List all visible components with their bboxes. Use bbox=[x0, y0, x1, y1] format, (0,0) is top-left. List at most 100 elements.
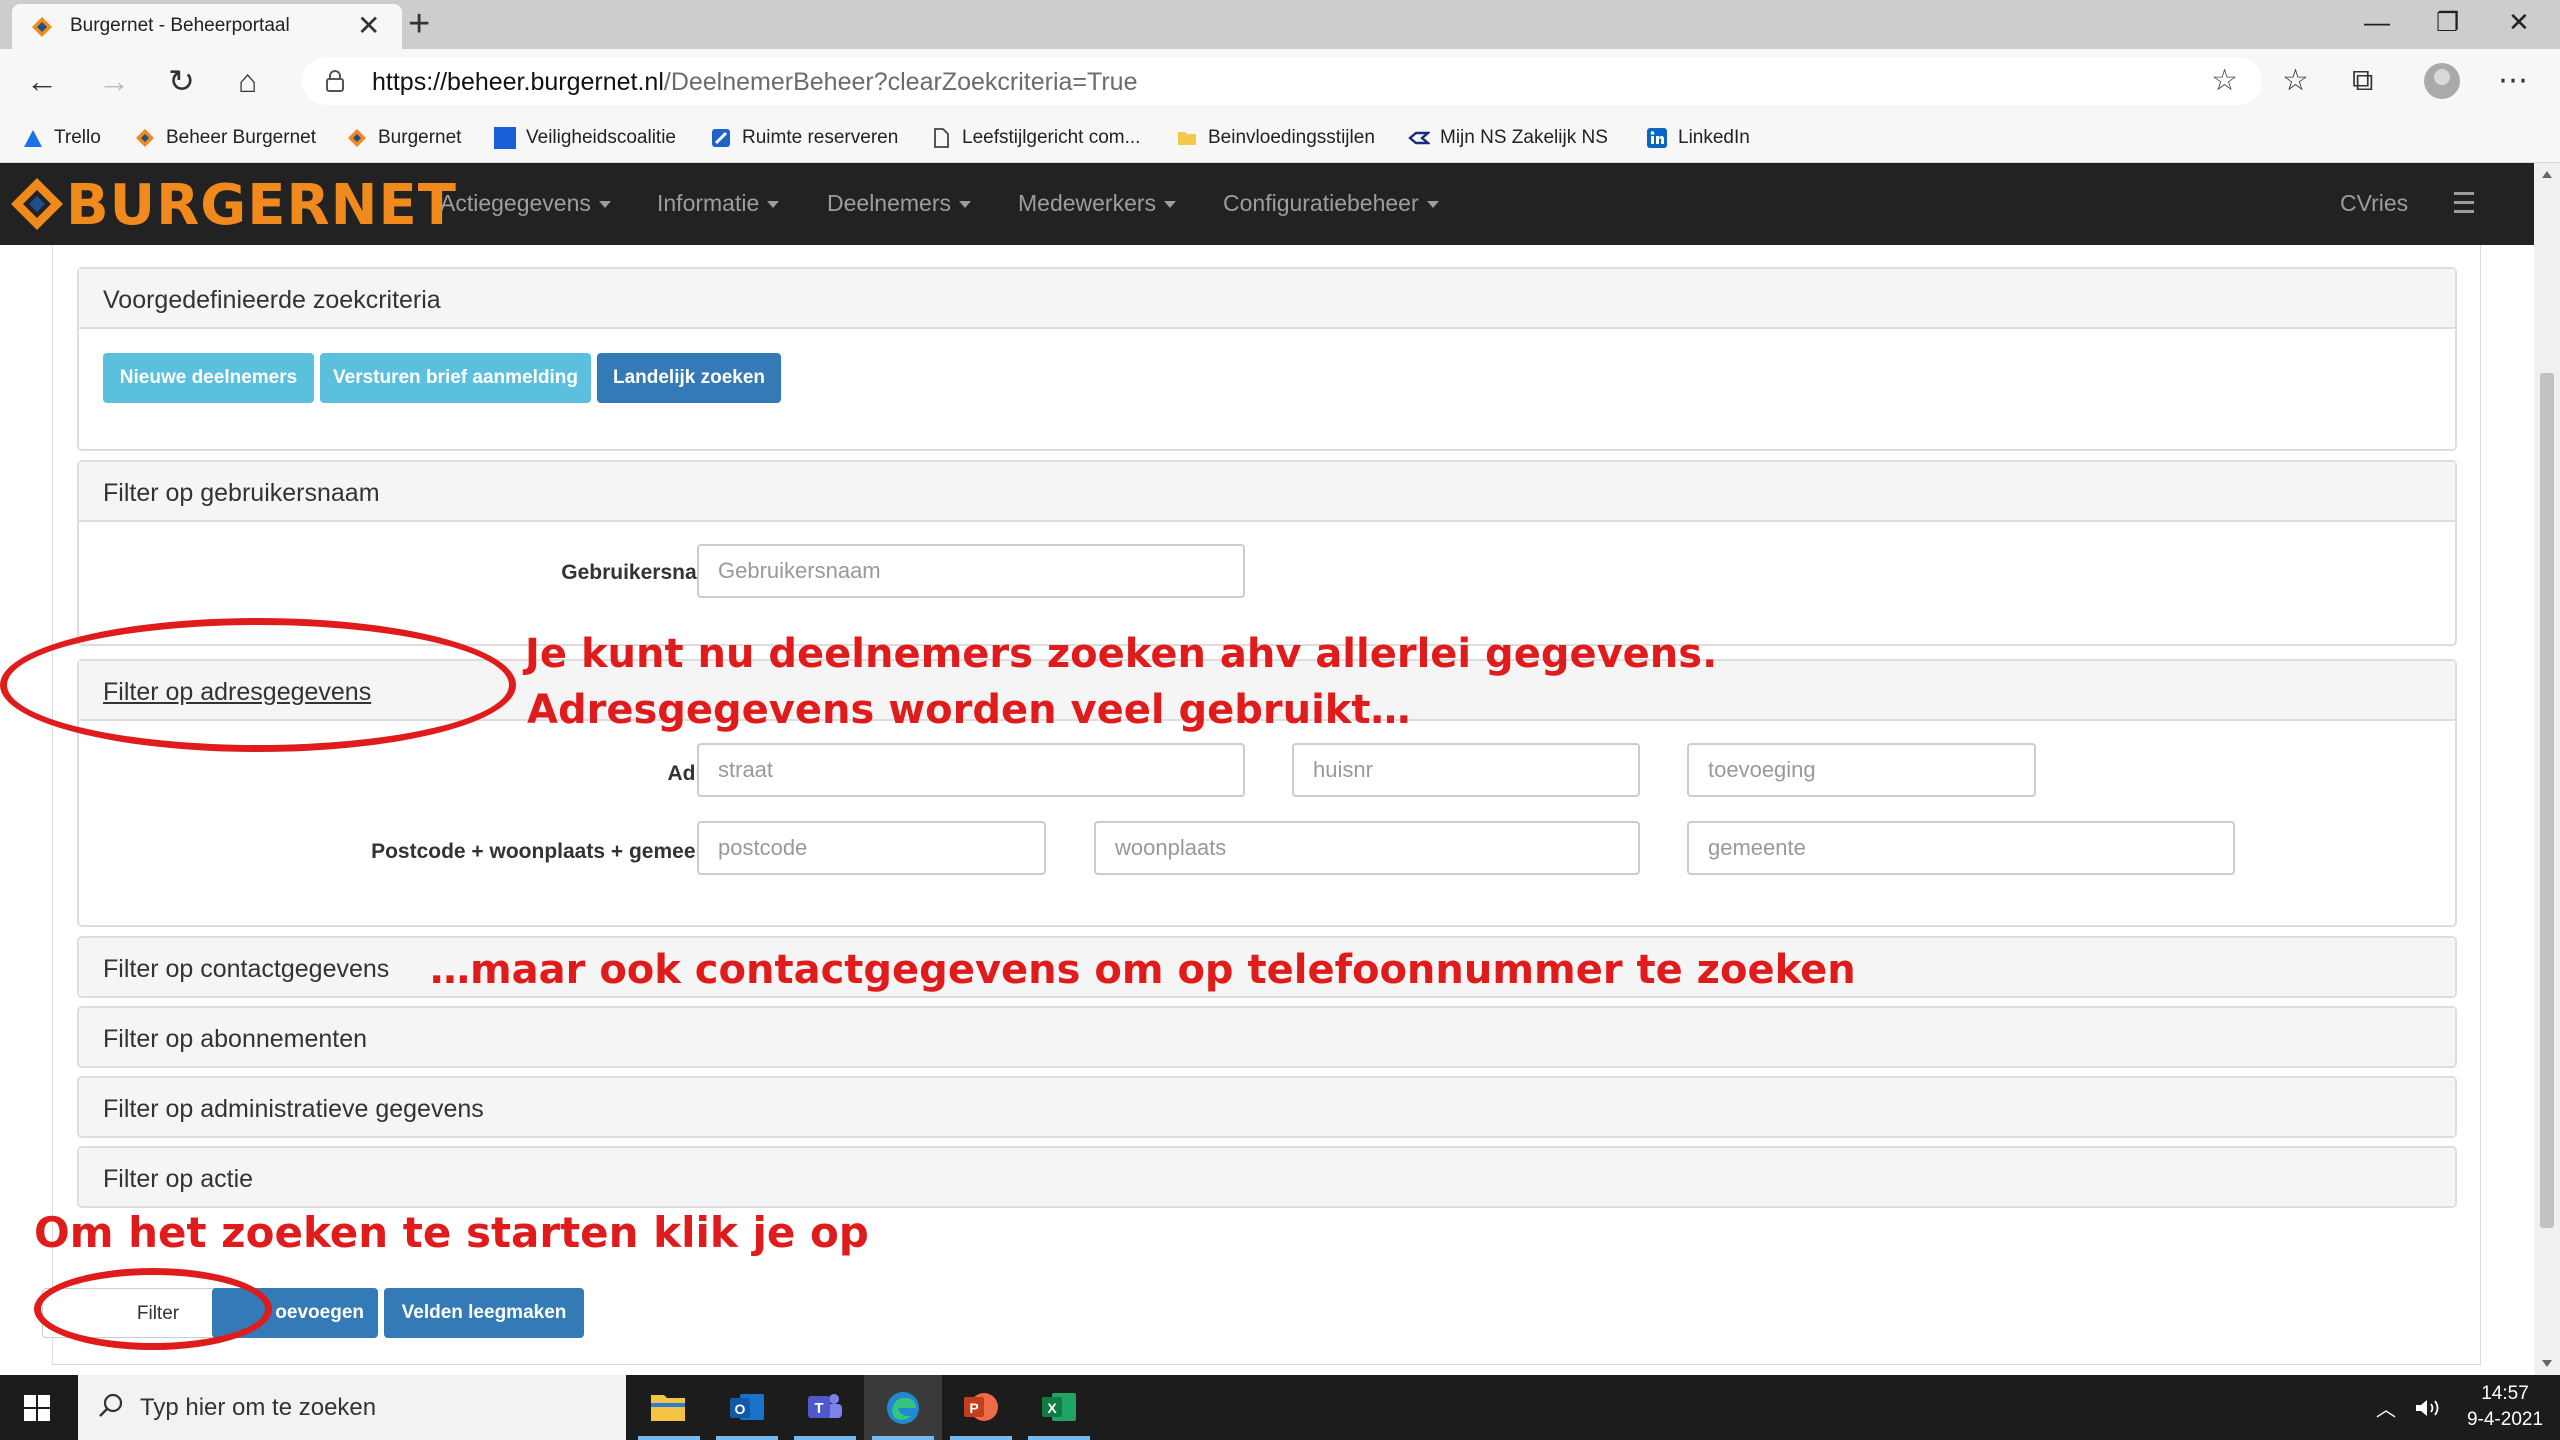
svg-text:P: P bbox=[969, 1400, 978, 1416]
collections-icon[interactable]: ⧉ bbox=[2352, 63, 2373, 99]
menu-deelnemers[interactable]: Deelnemers bbox=[827, 190, 971, 217]
scroll-down-icon[interactable] bbox=[2542, 1360, 2552, 1367]
panel-heading[interactable]: Filter op actie bbox=[79, 1148, 2455, 1206]
username-input[interactable] bbox=[697, 544, 1245, 598]
tray-chevron-up-icon[interactable]: ︿ bbox=[2376, 1393, 2396, 1422]
menu-actiegegevens[interactable]: Actiegegevens bbox=[440, 190, 611, 217]
burgernet-icon bbox=[348, 129, 366, 147]
taskbar-search[interactable]: Typ hier om te zoeken bbox=[78, 1375, 626, 1440]
menu-informatie[interactable]: Informatie bbox=[657, 190, 780, 217]
search-placeholder: Typ hier om te zoeken bbox=[140, 1394, 377, 1421]
clock-date: 9-4-2021 bbox=[2466, 1409, 2544, 1430]
browser-tab[interactable]: Burgernet - Beheerportaal ✕ bbox=[12, 4, 402, 49]
trello-icon bbox=[24, 130, 42, 147]
bookmark-label: Beheer Burgernet bbox=[166, 127, 316, 148]
city-input[interactable] bbox=[1094, 821, 1640, 875]
menu-configuratiebeheer[interactable]: Configuratiebeheer bbox=[1223, 190, 1439, 217]
caret-down-icon bbox=[767, 201, 780, 209]
new-tab-button[interactable]: + bbox=[408, 2, 430, 46]
ns-icon bbox=[1408, 131, 1430, 145]
volume-icon[interactable] bbox=[2414, 1397, 2444, 1419]
square-blue-icon bbox=[494, 127, 516, 149]
taskbar-file-explorer[interactable] bbox=[630, 1375, 708, 1440]
browser-toolbar: ← → ↻ ⌂ https://beheer.burgernet.nl/Deel… bbox=[0, 49, 2560, 113]
panel-heading[interactable]: Filter op abonnementen bbox=[79, 1008, 2455, 1066]
taskbar-outlook[interactable]: O bbox=[708, 1375, 786, 1440]
profile-avatar[interactable] bbox=[2424, 63, 2460, 99]
national-search-button[interactable]: Landelijk zoeken bbox=[597, 353, 781, 403]
excel-icon: X bbox=[1042, 1393, 1076, 1421]
running-indicator bbox=[1028, 1436, 1090, 1440]
address-bar[interactable]: https://beheer.burgernet.nl/DeelnemerBeh… bbox=[302, 57, 2262, 105]
bookmark-veiligheidscoalitie[interactable]: Veiligheidscoalitie bbox=[494, 121, 676, 155]
taskbar-excel[interactable]: X bbox=[1020, 1375, 1098, 1440]
burgernet-favicon-icon bbox=[32, 17, 52, 37]
close-tab-icon[interactable]: ✕ bbox=[357, 10, 380, 42]
clear-fields-button[interactable]: Velden leegmaken bbox=[384, 1288, 584, 1338]
bookmark-beheer-burgernet[interactable]: Beheer Burgernet bbox=[134, 121, 316, 155]
bookmark-leefstijlgericht[interactable]: Leefstijlgericht com... bbox=[930, 121, 1140, 155]
site-navbar: BURGERNET Actiegegevens Informatie Deeln… bbox=[0, 163, 2534, 245]
send-letter-button[interactable]: Versturen brief aanmelding bbox=[320, 353, 591, 403]
svg-text:O: O bbox=[735, 1401, 746, 1417]
menu-medewerkers[interactable]: Medewerkers bbox=[1018, 190, 1177, 217]
postal-label: Postcode + woonplaats + gemeente bbox=[371, 840, 727, 863]
scroll-up-icon[interactable] bbox=[2542, 171, 2552, 178]
burgernet-icon bbox=[136, 129, 154, 147]
bookmark-label: LinkedIn bbox=[1678, 127, 1750, 148]
annotation-text: Om het zoeken te starten klik je op bbox=[34, 1208, 869, 1257]
bookmark-mijn-ns[interactable]: Mijn NS Zakelijk NS bbox=[1408, 121, 1608, 155]
site-logo-text[interactable]: BURGERNET bbox=[66, 173, 457, 238]
annotation-ellipse-filter bbox=[34, 1268, 272, 1350]
panel-filter-subscriptions: Filter op abonnementen bbox=[77, 1006, 2457, 1068]
taskbar-edge[interactable] bbox=[864, 1375, 942, 1440]
minimize-icon[interactable]: — bbox=[2364, 4, 2390, 40]
hamburger-menu-icon[interactable] bbox=[2454, 192, 2474, 214]
panel-heading[interactable]: Filter op administratieve gegevens bbox=[79, 1078, 2455, 1136]
house-number-input[interactable] bbox=[1292, 743, 1640, 797]
restore-icon[interactable]: ❐ bbox=[2436, 4, 2459, 40]
bookmark-label: Ruimte reserveren bbox=[742, 127, 899, 148]
favorites-icon[interactable]: ☆ bbox=[2282, 63, 2309, 99]
username-label: Gebruikersnaam bbox=[561, 561, 727, 584]
home-icon[interactable]: ⌂ bbox=[238, 61, 257, 101]
panel-predefined-criteria: Voorgedefinieerde zoekcriteria Nieuwe de… bbox=[77, 267, 2457, 451]
svg-text:T: T bbox=[814, 1400, 823, 1417]
clock-time: 14:57 bbox=[2481, 1383, 2529, 1404]
menu-label: Deelnemers bbox=[827, 190, 951, 216]
postcode-input[interactable] bbox=[697, 821, 1046, 875]
bookmark-ruimte-reserveren[interactable]: Ruimte reserveren bbox=[710, 121, 898, 155]
user-menu[interactable]: CVries bbox=[2340, 190, 2408, 217]
municipality-input[interactable] bbox=[1687, 821, 2235, 875]
taskbar-clock[interactable]: 14:57 9-4-2021 bbox=[2460, 1381, 2550, 1433]
more-icon[interactable]: ⋯ bbox=[2498, 63, 2528, 99]
windows-start-icon[interactable] bbox=[24, 1395, 50, 1421]
tab-title: Burgernet - Beheerportaal bbox=[70, 15, 290, 36]
bookmark-beinvloedingsstijlen[interactable]: Beinvloedingsstijlen bbox=[1176, 121, 1375, 155]
browser-tab-strip: Burgernet - Beheerportaal ✕ + — ❐ ✕ bbox=[0, 0, 2560, 49]
bookmark-burgernet[interactable]: Burgernet bbox=[346, 121, 461, 155]
page-icon bbox=[934, 128, 949, 148]
annotation-ellipse-address bbox=[0, 618, 516, 752]
scrollbar-thumb[interactable] bbox=[2540, 373, 2554, 1228]
bookmarks-bar: Trello Beheer Burgernet Burgernet Veilig… bbox=[0, 113, 2560, 163]
panel-filter-admin: Filter op administratieve gegevens bbox=[77, 1076, 2457, 1138]
taskbar-powerpoint[interactable]: P bbox=[942, 1375, 1020, 1440]
bookmark-trello[interactable]: Trello bbox=[22, 121, 101, 155]
close-window-icon[interactable]: ✕ bbox=[2508, 4, 2530, 40]
page-scrollbar[interactable] bbox=[2534, 163, 2560, 1375]
taskbar-teams[interactable]: T bbox=[786, 1375, 864, 1440]
forward-icon[interactable]: → bbox=[98, 61, 130, 101]
panel-filter-action: Filter op actie bbox=[77, 1146, 2457, 1208]
add-favorite-icon[interactable]: ☆ bbox=[2211, 63, 2238, 98]
addition-input[interactable] bbox=[1687, 743, 2036, 797]
new-participants-button[interactable]: Nieuwe deelnemers bbox=[103, 353, 314, 403]
panel-heading[interactable]: Filter op gebruikersnaam bbox=[79, 462, 2455, 522]
bookmark-linkedin[interactable]: LinkedIn bbox=[1646, 121, 1750, 155]
back-icon[interactable]: ← bbox=[26, 61, 58, 101]
room-booking-icon bbox=[712, 129, 730, 147]
address-label: Adres bbox=[472, 762, 727, 786]
burgernet-logo-icon[interactable] bbox=[8, 175, 66, 233]
reload-icon[interactable]: ↻ bbox=[168, 61, 195, 101]
street-input[interactable] bbox=[697, 743, 1245, 797]
